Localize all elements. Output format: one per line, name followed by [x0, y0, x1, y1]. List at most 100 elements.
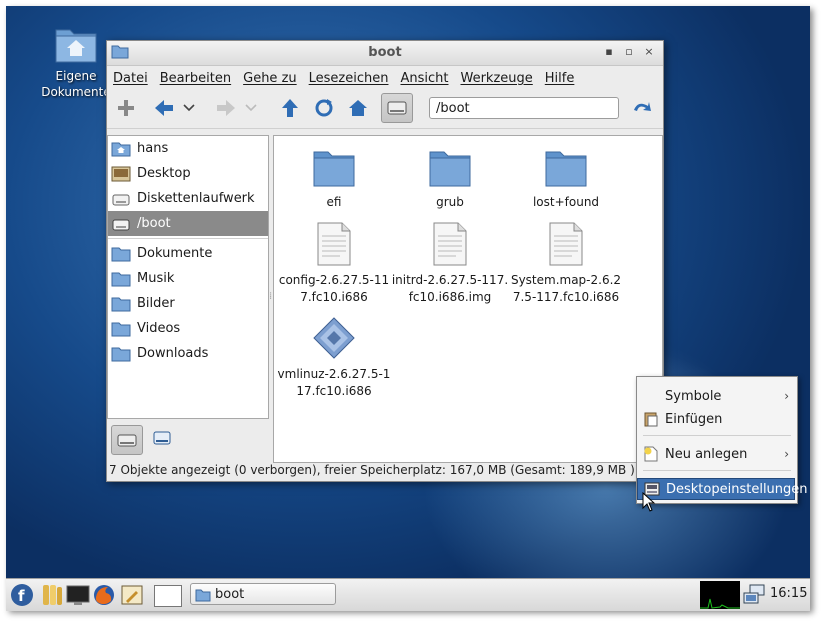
drive-button[interactable] [381, 93, 413, 123]
file-item-lost-found[interactable]: lost+found [506, 148, 626, 211]
taskbar-window-label: boot [215, 587, 245, 602]
location-input[interactable]: /boot [429, 97, 619, 119]
status-bar: 7 Objekte angezeigt (0 verborgen), freie… [109, 463, 635, 477]
back-button[interactable] [151, 95, 177, 121]
maximize-button[interactable]: ▫ [621, 44, 637, 60]
drive-tree-icon [153, 431, 171, 445]
desktop-icon-label-line1: Eigene [55, 69, 97, 83]
file-name-line2: 7.5-117.fc10.i686 [512, 290, 620, 304]
go-button[interactable] [629, 95, 655, 121]
sidebar-item-bilder[interactable]: Bilder [108, 291, 268, 316]
sidebar-item-downloads[interactable]: Downloads [108, 341, 268, 366]
folder-icon [111, 346, 131, 362]
menu-item-label: Desktopeinstellungen [666, 481, 808, 497]
folder-icon [544, 148, 588, 188]
menu-werkzeuge[interactable]: Werkzeuge [461, 71, 533, 86]
up-arrow-icon [282, 99, 298, 117]
file-name-line2: 17.fc10.i686 [296, 384, 372, 398]
workspace-switcher[interactable] [154, 585, 182, 607]
file-manager-launcher-icon[interactable] [40, 583, 64, 607]
menubar: Datei Bearbeiten Gehe zu Lesezeichen Ans… [107, 66, 663, 90]
sidebar-item-dokumente[interactable]: Dokumente [108, 241, 268, 266]
menu-item-desktopeinstellungen[interactable]: Desktopeinstellungen [637, 478, 808, 500]
file-name-line1: vmlinuz-2.6.27.5-1 [277, 367, 391, 381]
menu-gehe-zu[interactable]: Gehe zu [243, 71, 297, 86]
sidebar-item-label: hans [137, 141, 169, 156]
text-editor-icon[interactable] [120, 583, 144, 607]
text-file-icon [548, 222, 584, 266]
folder-icon [111, 271, 131, 287]
firefox-icon[interactable] [92, 583, 116, 607]
places-view-button[interactable] [111, 425, 143, 455]
window-titlebar[interactable]: boot ▪ ▫ × [107, 41, 663, 66]
menu-item-einfuegen[interactable]: Einfügen [637, 408, 795, 430]
desktop: Eigene Dokumente boot ▪ ▫ × Datei Bearbe… [6, 6, 810, 610]
desktop-icon-label-line2: Dokumente [41, 85, 111, 99]
file-name-line1: grub [436, 195, 464, 209]
file-item-vmlinuz[interactable]: vmlinuz-2.6.27.5-1 17.fc10.i686 [274, 316, 394, 400]
reload-button[interactable] [311, 95, 337, 121]
desktop-icon-documents[interactable]: Eigene Dokumente [36, 24, 116, 100]
home-button[interactable] [345, 95, 371, 121]
menu-ansicht[interactable]: Ansicht [400, 71, 448, 86]
file-item-config[interactable]: config-2.6.27.5-11 7.fc10.i686 [274, 222, 394, 306]
mouse-cursor-icon [642, 492, 656, 512]
clock[interactable]: 16:15 [770, 586, 807, 601]
menu-separator [643, 470, 791, 471]
file-item-initrd[interactable]: initrd-2.6.27.5-117. fc10.i686.img [390, 222, 510, 306]
menu-datei[interactable]: Datei [113, 71, 148, 86]
taskbar: f boot 16:15 [6, 578, 810, 611]
up-button[interactable] [277, 95, 303, 121]
back-arrow-icon [155, 100, 173, 116]
forward-history-dropdown[interactable] [243, 95, 259, 121]
sidebar-item-hans[interactable]: hans [108, 136, 268, 161]
chevron-down-icon [245, 104, 257, 112]
tree-view-button[interactable] [147, 425, 177, 453]
toolbar: /boot [107, 90, 663, 129]
text-file-icon [432, 222, 468, 266]
file-name-line1: lost+found [532, 195, 600, 209]
menu-item-label: Einfügen [665, 411, 723, 427]
sidebar-item-boot[interactable]: /boot [108, 211, 268, 236]
sidebar-item-desktop[interactable]: Desktop [108, 161, 268, 186]
file-name-line1: System.map-2.6.2 [510, 273, 622, 287]
binary-file-icon [312, 316, 356, 360]
sidebar-item-musik[interactable]: Musik [108, 266, 268, 291]
menu-item-label: Symbole [665, 388, 722, 404]
network-icon[interactable] [742, 583, 766, 607]
cpu-monitor-graph[interactable] [700, 581, 740, 609]
sidebar-item-label: Musik [137, 271, 175, 286]
sidebar-item-videos[interactable]: Videos [108, 316, 268, 341]
file-view: efi grub lost+found config-2.6.27.5-11 7… [273, 135, 663, 463]
minimize-button[interactable]: ▪ [601, 44, 617, 60]
file-item-efi[interactable]: efi [274, 148, 394, 211]
menu-item-symbole[interactable]: Symbole › [637, 385, 795, 407]
taskbar-window-button[interactable]: boot [190, 583, 336, 605]
sidebar-item-label: Videos [137, 321, 181, 336]
new-tab-button[interactable] [113, 95, 139, 121]
back-history-dropdown[interactable] [181, 95, 197, 121]
file-item-system-map[interactable]: System.map-2.6.2 7.5-117.fc10.i686 [506, 222, 626, 306]
forward-arrow-icon [217, 100, 235, 116]
file-item-grub[interactable]: grub [390, 148, 510, 211]
menu-bearbeiten[interactable]: Bearbeiten [160, 71, 231, 86]
sidebar-item-label: Downloads [137, 346, 209, 361]
sidebar-mode-switcher [107, 421, 267, 461]
folder-icon [111, 296, 131, 312]
home-icon [349, 100, 367, 116]
fedora-menu-icon[interactable]: f [10, 583, 34, 607]
forward-button[interactable] [213, 95, 239, 121]
menu-item-neu-anlegen[interactable]: Neu anlegen › [637, 443, 795, 465]
menu-lesezeichen[interactable]: Lesezeichen [309, 71, 389, 86]
close-button[interactable]: × [641, 44, 657, 60]
terminal-icon[interactable] [66, 583, 90, 607]
sidebar-item-label: Desktop [137, 166, 191, 181]
floppy-drive-icon [111, 191, 131, 207]
folder-icon [428, 148, 472, 188]
sidebar-places: hans Desktop Diskettenlaufwerk /boot Dok… [107, 135, 269, 419]
chevron-right-icon: › [784, 447, 789, 461]
menu-hilfe[interactable]: Hilfe [545, 71, 575, 86]
home-folder-icon [111, 141, 131, 157]
sidebar-item-floppy[interactable]: Diskettenlaufwerk [108, 186, 268, 211]
menu-item-label: Neu anlegen [665, 446, 748, 462]
